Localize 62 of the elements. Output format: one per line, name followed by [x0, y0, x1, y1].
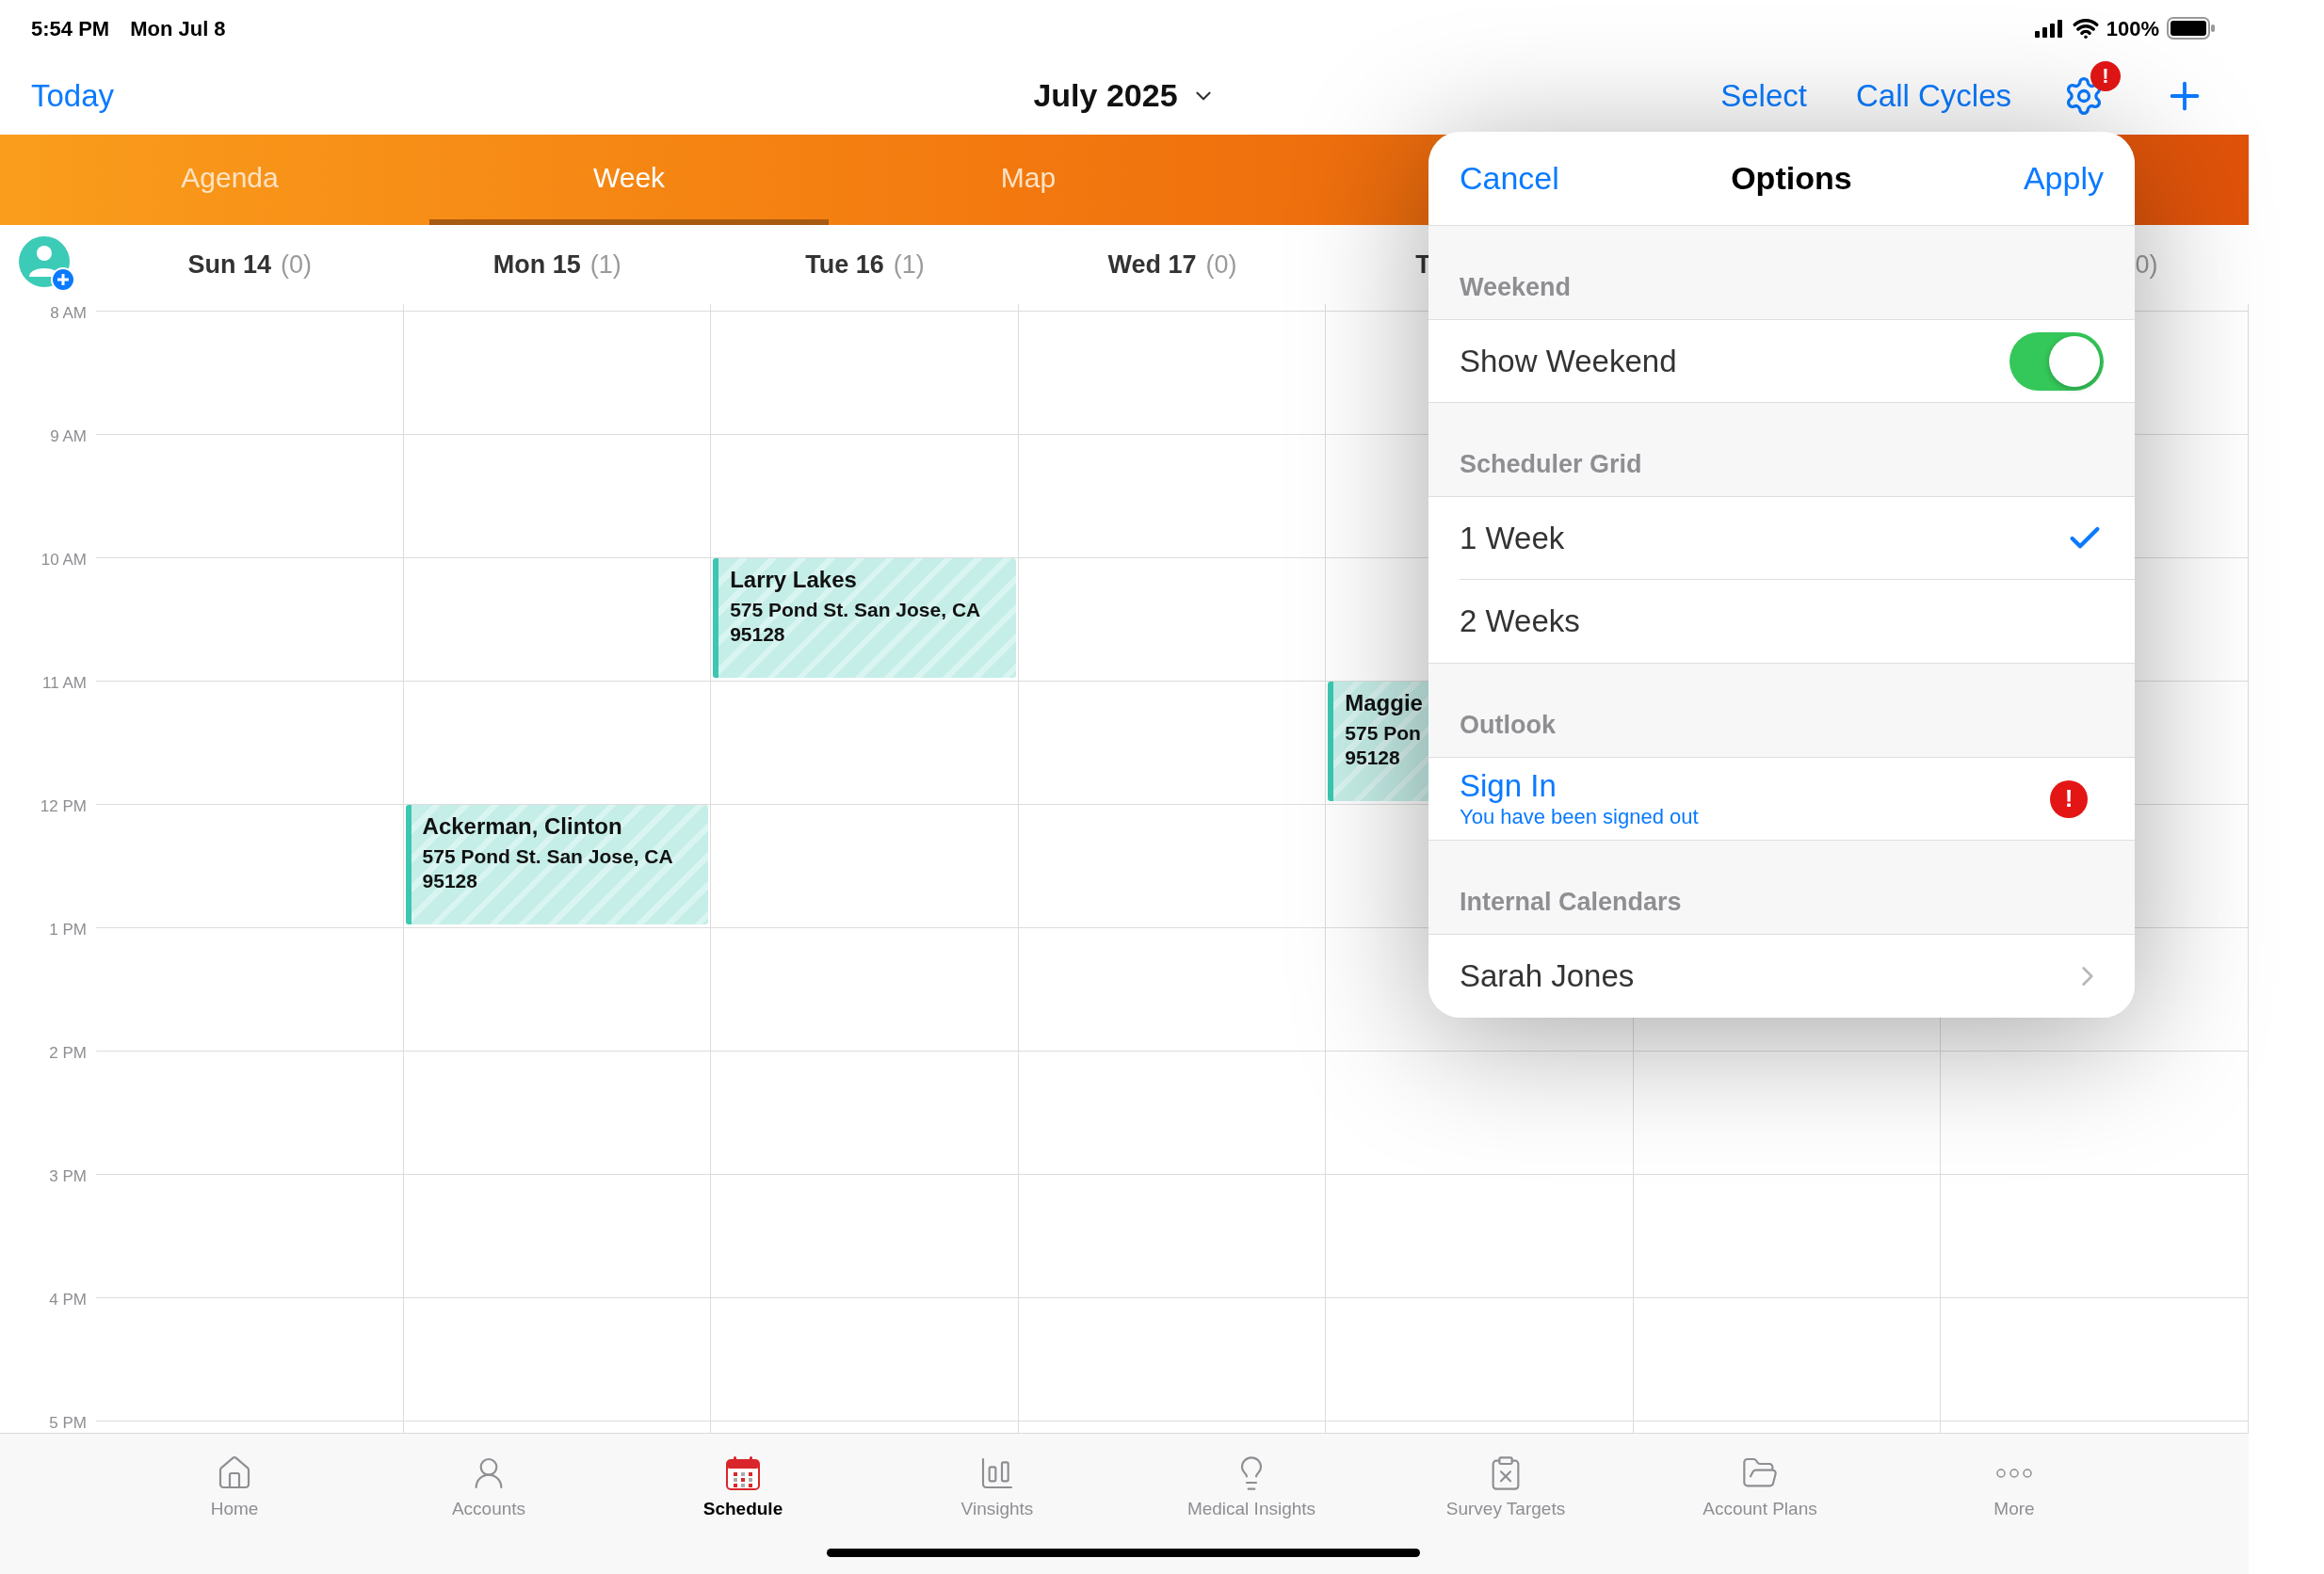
- tab-bar-item[interactable]: Schedule: [616, 1454, 870, 1530]
- hour-label: 12 PM: [40, 796, 87, 813]
- hour-label: 2 PM: [49, 1043, 87, 1060]
- event-count: (1): [893, 249, 925, 281]
- appointment-address: 575 Pon 95128: [1345, 721, 1421, 770]
- alert-badge: !: [2090, 60, 2121, 91]
- event-count: 0): [2135, 249, 2158, 281]
- calendar-icon: [724, 1454, 762, 1492]
- day-label: Sun 14: [187, 249, 272, 281]
- signed-out-message: You have been signed out: [1460, 803, 1699, 830]
- month-picker[interactable]: July 2025: [1033, 72, 1216, 120]
- event-count: (0): [1205, 249, 1237, 281]
- appointment-card[interactable]: Larry Lakes 575 Pond St. San Jose, CA 95128: [713, 558, 1016, 678]
- appointment-title: Larry Lakes: [730, 566, 858, 594]
- tab-bar-item[interactable]: Survey Targets: [1379, 1454, 1633, 1530]
- appointment-title: Ackerman, Clinton: [422, 812, 623, 841]
- apply-button[interactable]: Apply: [2023, 154, 2104, 202]
- tab-bar-item[interactable]: Accounts: [362, 1454, 616, 1530]
- cancel-button[interactable]: Cancel: [1460, 154, 1559, 202]
- hour-label: 8 AM: [50, 303, 87, 320]
- tab-bar-item[interactable]: More: [1887, 1454, 2141, 1530]
- hour-label: 10 AM: [40, 550, 87, 567]
- alert-badge: !: [2050, 779, 2088, 818]
- event-count: (0): [281, 249, 313, 281]
- section-header: Internal Calendars: [1460, 886, 1682, 918]
- nav-action-link[interactable]: Select: [1720, 72, 1807, 120]
- view-tab[interactable]: Week: [429, 135, 829, 225]
- status-time: 5:54 PM: [31, 15, 110, 42]
- setting-label: Show Weekend: [1460, 342, 1677, 380]
- day-label: Tue 16: [805, 249, 884, 281]
- tab-bar-item[interactable]: Home: [107, 1454, 362, 1530]
- today-link[interactable]: Today: [31, 72, 115, 120]
- toggle-switch[interactable]: [2009, 331, 2104, 391]
- day-label: Wed 17: [1107, 249, 1197, 281]
- nav-action-link[interactable]: Call Cycles: [1855, 72, 2011, 120]
- calendar-item[interactable]: Sarah Jones: [1428, 935, 2135, 1018]
- day-label: Mon 15: [492, 249, 581, 281]
- hour-label: 3 PM: [49, 1166, 87, 1183]
- battery-percent: 100%: [2106, 15, 2159, 42]
- event-count: (1): [589, 249, 621, 281]
- appointment-title: Maggie: [1345, 689, 1424, 717]
- hour-label: 4 PM: [49, 1290, 87, 1307]
- section-header: Scheduler Grid: [1460, 448, 1642, 480]
- popover-title: Options: [1731, 159, 1852, 198]
- appointment-address: 575 Pond St. San Jose, CA 95128: [422, 844, 673, 893]
- section-header: Weekend: [1460, 271, 1572, 303]
- appointment-address: 575 Pond St. San Jose, CA 95128: [730, 598, 981, 647]
- tab-bar-item[interactable]: Account Plans: [1633, 1454, 1887, 1530]
- tab-bar-item[interactable]: Medical Insights: [1124, 1454, 1379, 1530]
- battery-icon: [2167, 17, 2216, 40]
- view-tab[interactable]: Map: [829, 135, 1228, 225]
- hour-label: 5 PM: [49, 1413, 87, 1430]
- hour-label: 1 PM: [49, 920, 87, 937]
- signal-icon: [2034, 19, 2065, 38]
- tab-bar-item[interactable]: Vinsights: [870, 1454, 1124, 1530]
- more-icon: [1995, 1468, 2033, 1479]
- hour-label: 9 AM: [50, 426, 87, 443]
- sign-in-link[interactable]: Sign In: [1460, 767, 1699, 804]
- status-date: Mon Jul 8: [130, 15, 226, 42]
- appointment-card[interactable]: Ackerman, Clinton 575 Pond St. San Jose, CA 95128: [405, 805, 709, 924]
- section-header: Outlook: [1460, 709, 1556, 741]
- hour-label: 11 AM: [42, 673, 87, 690]
